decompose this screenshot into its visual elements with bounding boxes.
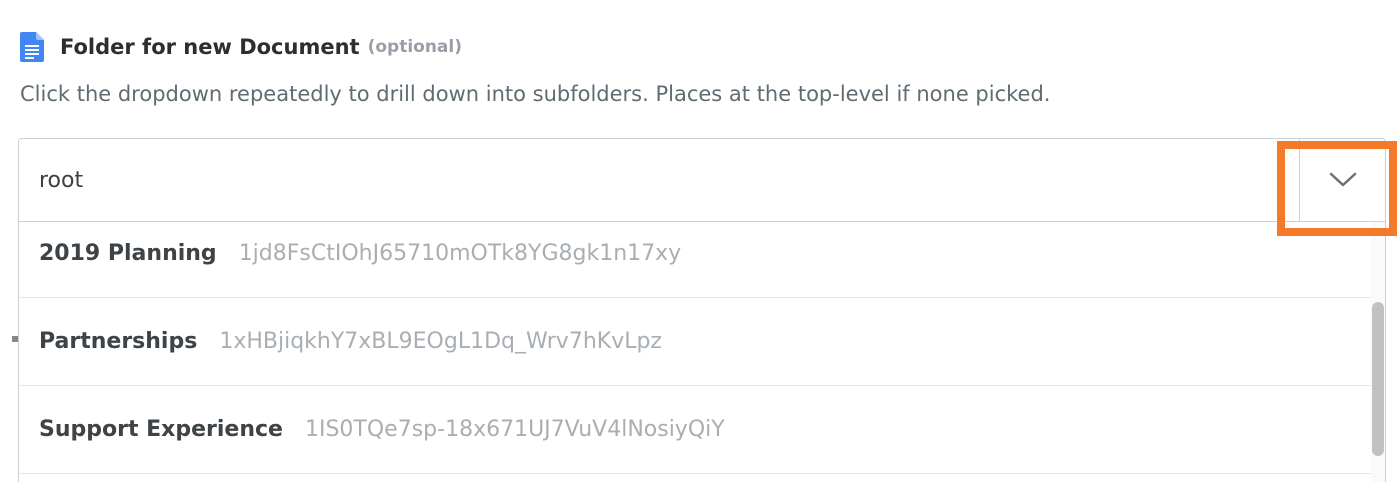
option-name: Support Experience: [39, 417, 283, 442]
option-item[interactable]: Partnerships 1xHBjiqkhY7xBL9EOgL1Dq_Wrv7…: [19, 298, 1371, 386]
folder-select[interactable]: root: [18, 138, 1386, 222]
google-docs-icon: [20, 32, 44, 62]
option-item[interactable]: Support Experience 1IS0TQe7sp-18x671UJ7V…: [19, 386, 1371, 474]
highlight-annotation: [1277, 141, 1397, 236]
field-title: Folder for new Document: [60, 35, 360, 59]
field-header: Folder for new Document (optional): [20, 30, 462, 64]
help-text: Click the dropdown repeatedly to drill d…: [20, 82, 1051, 106]
scrollbar-thumb[interactable]: [1372, 302, 1384, 456]
dropdown-options: 2019 Planning 1jd8FsCtIOhJ65710mOTk8YG8g…: [18, 222, 1386, 482]
option-name: Partnerships: [39, 329, 198, 354]
option-id: 1IS0TQe7sp-18x671UJ7VuV4lNosiyQiY: [304, 417, 725, 442]
optional-label: (optional): [367, 37, 462, 57]
option-id: 1jd8FsCtIOhJ65710mOTk8YG8gk1n17xy: [238, 241, 682, 266]
option-id: 1xHBjiqkhY7xBL9EOgL1Dq_Wrv7hKvLpz: [219, 329, 662, 354]
option-name: 2019 Planning: [39, 241, 217, 266]
options-scrollbar[interactable]: [1371, 222, 1385, 482]
select-value[interactable]: root: [39, 139, 83, 223]
option-item[interactable]: 2019 Planning 1jd8FsCtIOhJ65710mOTk8YG8g…: [19, 222, 1371, 298]
